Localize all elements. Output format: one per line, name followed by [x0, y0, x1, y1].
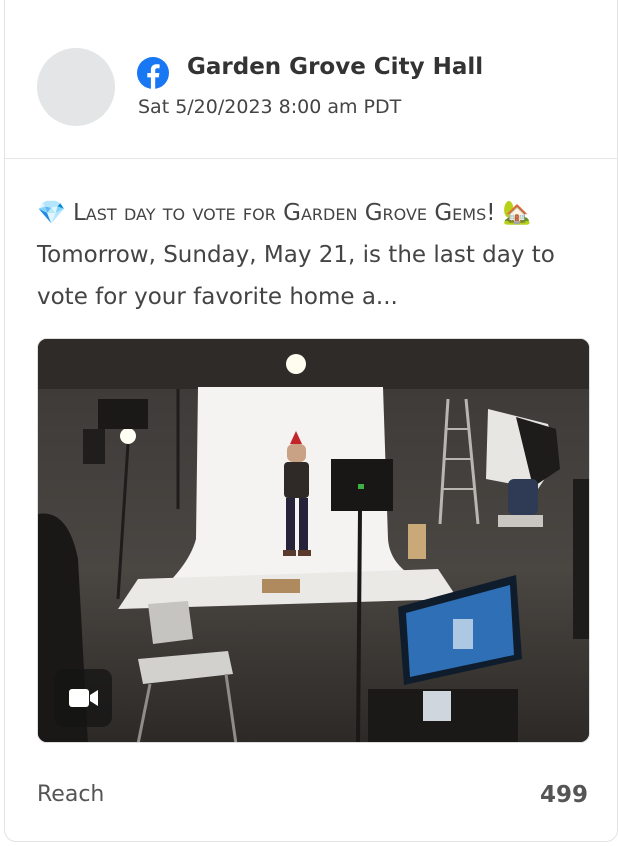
post-body: Tomorrow, Sunday, May 21, is the last da… [37, 242, 555, 310]
facebook-icon [137, 57, 169, 89]
video-camera-icon [69, 689, 98, 707]
reach-label: Reach [37, 782, 105, 807]
post-text: 💎 Last day to vote for Garden Grove Gems… [37, 192, 597, 318]
post-headline: Last day to vote for Garden Grove Gems! [72, 200, 496, 226]
studio-photo [38, 339, 589, 742]
page-name[interactable]: Garden Grove City Hall [187, 54, 483, 80]
reach-value: 499 [539, 782, 588, 808]
avatar[interactable] [37, 48, 115, 126]
post-timestamp: Sat 5/20/2023 8:00 am PDT [138, 96, 402, 118]
gem-emoji: 💎 [37, 200, 66, 226]
post-video-thumbnail[interactable] [37, 338, 590, 743]
divider [4, 158, 618, 159]
house-emoji: 🏡 [502, 200, 532, 226]
post-header: Garden Grove City Hall Sat 5/20/2023 8:0… [4, 15, 618, 158]
video-badge [54, 669, 112, 727]
